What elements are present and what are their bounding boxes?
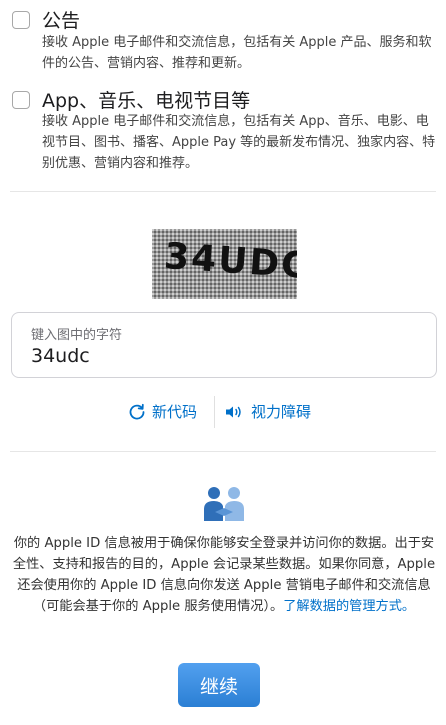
data-management-link[interactable]: 了解数据的管理方式。 [283, 599, 415, 614]
privacy-notice: 你的 Apple ID 信息被用于确保你能够安全登录并访问你的数据。出于安全性、… [8, 533, 440, 617]
section-divider-2 [10, 451, 436, 452]
vision-impaired-button[interactable]: 视力障碍 [225, 401, 311, 422]
speaker-icon [226, 406, 241, 417]
captcha-input-field[interactable]: 键入图中的字符 34udc [11, 312, 437, 378]
apps-music-checkbox[interactable] [12, 91, 30, 109]
refresh-icon [129, 403, 145, 419]
continue-button[interactable]: 继续 [178, 663, 260, 707]
announcements-description: 接收 Apple 电子邮件和交流信息，包括有关 Apple 产品、服务和软件的公… [42, 35, 432, 71]
vision-impaired-label: 视力障碍 [251, 403, 312, 421]
new-code-button[interactable]: 新代码 [128, 401, 197, 422]
privacy-handshake-icon [204, 487, 244, 521]
apps-music-description: 接收 Apple 电子邮件和交流信息，包括有关 App、音乐、电影、电视节目、图… [42, 114, 436, 171]
section-divider [10, 191, 436, 192]
new-code-label: 新代码 [152, 403, 198, 421]
action-separator [214, 396, 215, 428]
announcements-title: 公告 [42, 10, 81, 32]
announcements-checkbox[interactable] [12, 11, 30, 29]
captcha-image-text: 34UDC [162, 235, 297, 288]
apps-music-title: App、音乐、电视节目等 [42, 90, 251, 112]
captcha-input-label: 键入图中的字符 [31, 328, 123, 343]
captcha-input-value[interactable]: 34udc [31, 345, 90, 367]
captcha-image: 34UDC [152, 229, 297, 299]
